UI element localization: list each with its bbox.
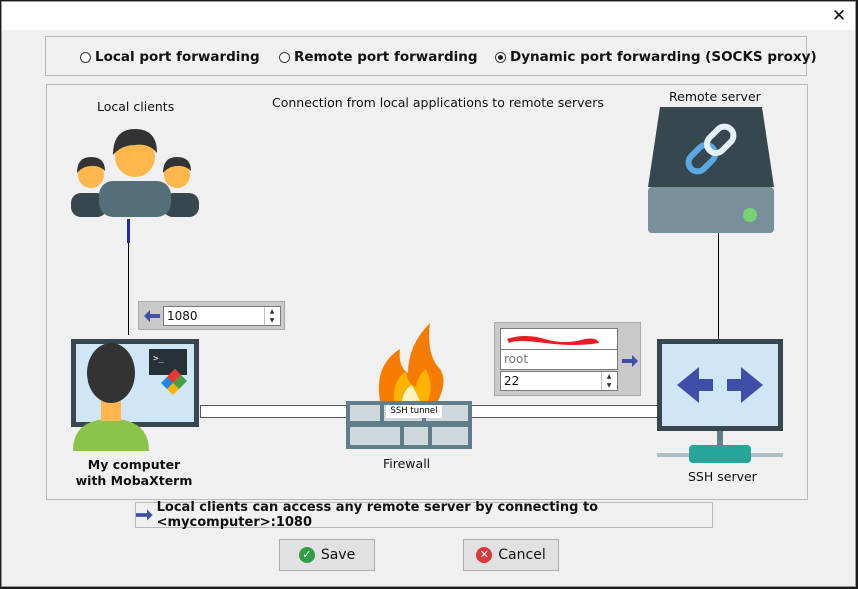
svg-text:>_: >_: [153, 354, 164, 364]
forward-port-stepper[interactable]: ▲ ▼: [264, 307, 279, 325]
radio-local-forwarding[interactable]: Local port forwarding: [80, 49, 260, 65]
radio-label: Local port forwarding: [95, 49, 260, 65]
arrow-right-icon: [622, 355, 638, 367]
ssh-port-input[interactable]: 22 ▲ ▼: [500, 371, 618, 391]
ssh-tunnel-label: SSH tunnel: [386, 405, 442, 418]
ssh-server-label: SSH server: [688, 469, 757, 484]
my-computer-icon: >_: [71, 339, 199, 451]
remote-server-label: Remote server: [669, 89, 761, 104]
ssh-host-input[interactable]: [500, 328, 618, 349]
firewall-label: Firewall: [383, 456, 431, 471]
screen: ✕ Local port forwarding Remote port forw…: [0, 0, 858, 589]
link-line: [718, 233, 719, 339]
arrow-left-icon: [144, 310, 160, 322]
radio-circle-icon[interactable]: [80, 51, 91, 63]
radio-circle-icon[interactable]: [279, 51, 290, 63]
cancel-x-icon: ✕: [476, 547, 493, 563]
ssh-user-value: root: [504, 352, 529, 366]
spin-down-icon[interactable]: ▼: [602, 381, 616, 390]
forward-port-input[interactable]: 1080 ▲ ▼: [163, 306, 281, 326]
arrow-right-icon: [136, 509, 153, 521]
spin-up-icon[interactable]: ▲: [602, 372, 616, 381]
ssh-port-value: 22: [504, 374, 520, 388]
spin-up-icon[interactable]: ▲: [265, 307, 279, 316]
firewall-icon: [346, 323, 472, 449]
tunnel-diagram: Local clients Connection from local appl…: [46, 84, 808, 500]
ssh-port-stepper[interactable]: ▲ ▼: [601, 372, 616, 390]
cancel-label: Cancel: [498, 547, 546, 563]
users-group-icon: [71, 129, 199, 217]
redacted-host-scribble: [507, 336, 599, 345]
checkmark-icon: ✓: [298, 547, 315, 563]
radio-remote-forwarding[interactable]: Remote port forwarding: [279, 49, 478, 65]
cancel-button[interactable]: ✕ Cancel: [463, 539, 559, 571]
tunnel-dialog: ✕ Local port forwarding Remote port forw…: [1, 1, 856, 587]
local-clients-label: Local clients: [97, 99, 175, 114]
forward-port-value: 1080: [167, 309, 198, 323]
remote-server-icon: [648, 107, 774, 233]
forward-port-panel: 1080 ▲ ▼: [138, 301, 285, 330]
radio-label: Remote port forwarding: [294, 49, 478, 65]
my-computer-subtitle: with MobaXterm: [75, 473, 193, 488]
info-text: Local clients can access any remote serv…: [156, 500, 599, 530]
close-icon[interactable]: ✕: [829, 6, 849, 26]
my-computer-label: My computer with MobaXterm: [69, 457, 199, 489]
title-bar: ✕: [2, 2, 855, 30]
ssh-server-panel: root 22 ▲ ▼: [494, 322, 641, 396]
link-line: [127, 219, 130, 243]
spin-down-icon[interactable]: ▼: [265, 316, 279, 325]
save-button[interactable]: ✓ Save: [279, 539, 375, 571]
ssh-user-input[interactable]: root: [500, 349, 618, 370]
forwarding-mode-group: Local port forwarding Remote port forwar…: [45, 36, 817, 76]
save-label: Save: [320, 547, 356, 563]
radio-label: Dynamic port forwarding (SOCKS proxy): [510, 49, 817, 65]
my-computer-title: My computer: [87, 457, 181, 472]
radio-circle-selected-icon[interactable]: [495, 51, 506, 63]
link-line: [128, 243, 129, 335]
ssh-server-icon: [657, 339, 783, 463]
diagram-heading: Connection from local applications to re…: [272, 95, 604, 110]
info-bar: Local clients can access any remote serv…: [135, 500, 713, 530]
radio-dynamic-forwarding[interactable]: Dynamic port forwarding (SOCKS proxy): [495, 49, 817, 65]
